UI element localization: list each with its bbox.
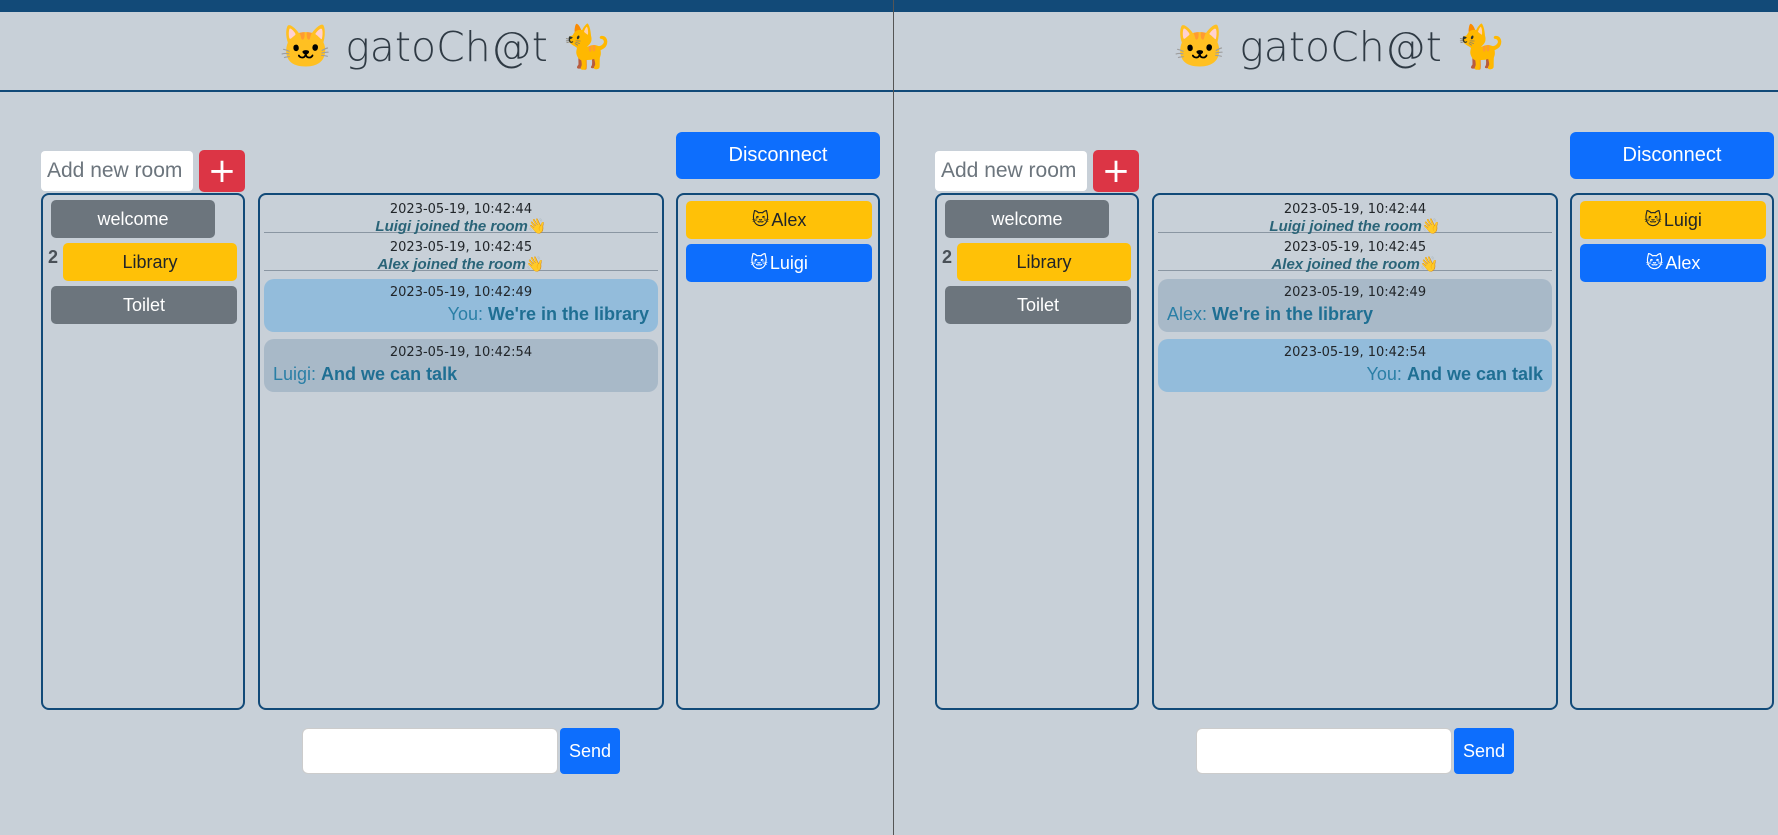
message-timestamp: 2023-05-19, 10:42:49: [389, 285, 533, 300]
cat-face-icon: 🐱: [751, 210, 770, 229]
cat-icon: 🐈: [1454, 22, 1508, 71]
user-item-self[interactable]: 🐱 Alex: [686, 201, 872, 239]
message-input[interactable]: [1196, 728, 1452, 774]
user-item-other[interactable]: 🐱 Luigi: [686, 244, 872, 282]
message-sender: You:: [1366, 364, 1402, 384]
app-title: gatoCh@t: [345, 23, 548, 71]
system-message-text: Alex joined the room: [377, 256, 526, 273]
message-timestamp: 2023-05-19, 10:42:45: [389, 240, 533, 255]
message-bubble-other: 2023-05-19, 10:42:49 Alex: We're in the …: [1158, 279, 1552, 332]
top-bar: [894, 0, 1778, 12]
user-name: Alex: [771, 209, 807, 230]
user-item-self[interactable]: 🐱 Luigi: [1580, 201, 1766, 239]
room-item-toilet[interactable]: Toilet: [945, 286, 1131, 324]
cat-face-icon: 🐱: [1645, 253, 1664, 272]
system-message-text: Alex joined the room: [1271, 256, 1420, 273]
send-button[interactable]: Send: [560, 728, 620, 774]
add-room-input[interactable]: [935, 151, 1087, 191]
messages-panel: 2023-05-19, 10:42:44 Luigi joined the ro…: [258, 193, 664, 710]
message-text: We're in the library: [1212, 304, 1374, 324]
system-message: 2023-05-19, 10:42:45 Alex joined the roo…: [264, 233, 658, 273]
message-timestamp: 2023-05-19, 10:42:54: [389, 345, 533, 360]
disconnect-button[interactable]: Disconnect: [1570, 132, 1774, 179]
system-message: 2023-05-19, 10:42:45 Alex joined the roo…: [1158, 233, 1552, 273]
system-message: 2023-05-19, 10:42:44 Luigi joined the ro…: [1158, 195, 1552, 235]
message-timestamp: 2023-05-19, 10:42:49: [1283, 285, 1427, 300]
cat-face-icon: 🐱: [1173, 22, 1227, 71]
plus-icon: +: [1101, 151, 1131, 191]
message-sender: Luigi:: [273, 364, 317, 384]
add-room-input[interactable]: [41, 151, 193, 191]
message-timestamp: 2023-05-19, 10:42:54: [1283, 345, 1427, 360]
message-bubble-own: 2023-05-19, 10:42:49 You: We're in the l…: [264, 279, 658, 332]
user-name: Luigi: [1663, 209, 1702, 230]
chat-window-right: 🐱 gatoCh@t 🐈 + Disconnect welcome 2 Libr…: [894, 0, 1778, 835]
room-user-count: 2: [48, 247, 59, 267]
add-room-button[interactable]: +: [1093, 150, 1139, 192]
message-text: And we can talk: [321, 364, 458, 384]
message-timestamp: 2023-05-19, 10:42:44: [389, 202, 533, 217]
message-bubble-own: 2023-05-19, 10:42:54 You: And we can tal…: [1158, 339, 1552, 392]
top-bar: [0, 0, 893, 12]
cat-face-icon: 🐱: [750, 253, 768, 272]
message-bubble-other: 2023-05-19, 10:42:54 Luigi: And we can t…: [264, 339, 658, 392]
users-list: 🐱 Alex 🐱 Luigi: [676, 193, 880, 710]
message-sender: Alex:: [1167, 304, 1208, 324]
wave-icon: 👋: [525, 256, 545, 273]
messages-panel: 2023-05-19, 10:42:44 Luigi joined the ro…: [1152, 193, 1558, 710]
message-timestamp: 2023-05-19, 10:42:45: [1283, 240, 1427, 255]
cat-face-icon: 🐱: [1644, 210, 1662, 229]
room-item-library[interactable]: Library: [957, 243, 1131, 281]
message-timestamp: 2023-05-19, 10:42:44: [1283, 202, 1427, 217]
system-message: 2023-05-19, 10:42:44 Luigi joined the ro…: [264, 195, 658, 235]
cat-face-icon: 🐱: [279, 22, 333, 71]
message-input[interactable]: [302, 728, 558, 774]
users-list: 🐱 Luigi 🐱 Alex: [1570, 193, 1774, 710]
room-item-welcome[interactable]: welcome: [945, 200, 1109, 238]
wave-icon: 👋: [1419, 256, 1439, 273]
disconnect-button[interactable]: Disconnect: [676, 132, 880, 179]
chat-window-left: 🐱 gatoCh@t 🐈 + Disconnect welcome 2 Libr…: [0, 0, 893, 835]
user-item-other[interactable]: 🐱 Alex: [1580, 244, 1766, 282]
message-text: And we can talk: [1406, 364, 1543, 384]
room-item-toilet[interactable]: Toilet: [51, 286, 237, 324]
app-header: 🐱 gatoCh@t 🐈: [0, 12, 893, 92]
room-item-welcome[interactable]: welcome: [51, 200, 215, 238]
app-title: gatoCh@t: [1239, 23, 1442, 71]
add-room-button[interactable]: +: [199, 150, 245, 192]
brand: 🐱 gatoCh@t 🐈: [0, 22, 893, 72]
rooms-list: welcome 2 Library Toilet: [935, 193, 1139, 710]
message-text: We're in the library: [488, 304, 649, 324]
room-user-count: 2: [942, 247, 953, 267]
message-sender: You:: [447, 304, 483, 324]
send-button[interactable]: Send: [1454, 728, 1514, 774]
room-item-library[interactable]: Library: [63, 243, 237, 281]
cat-icon: 🐈: [560, 22, 614, 71]
rooms-list: welcome 2 Library Toilet: [41, 193, 245, 710]
brand: 🐱 gatoCh@t 🐈: [894, 22, 1778, 72]
app-header: 🐱 gatoCh@t 🐈: [894, 12, 1778, 92]
user-name: Luigi: [769, 252, 808, 273]
plus-icon: +: [207, 151, 237, 191]
user-name: Alex: [1665, 252, 1701, 273]
